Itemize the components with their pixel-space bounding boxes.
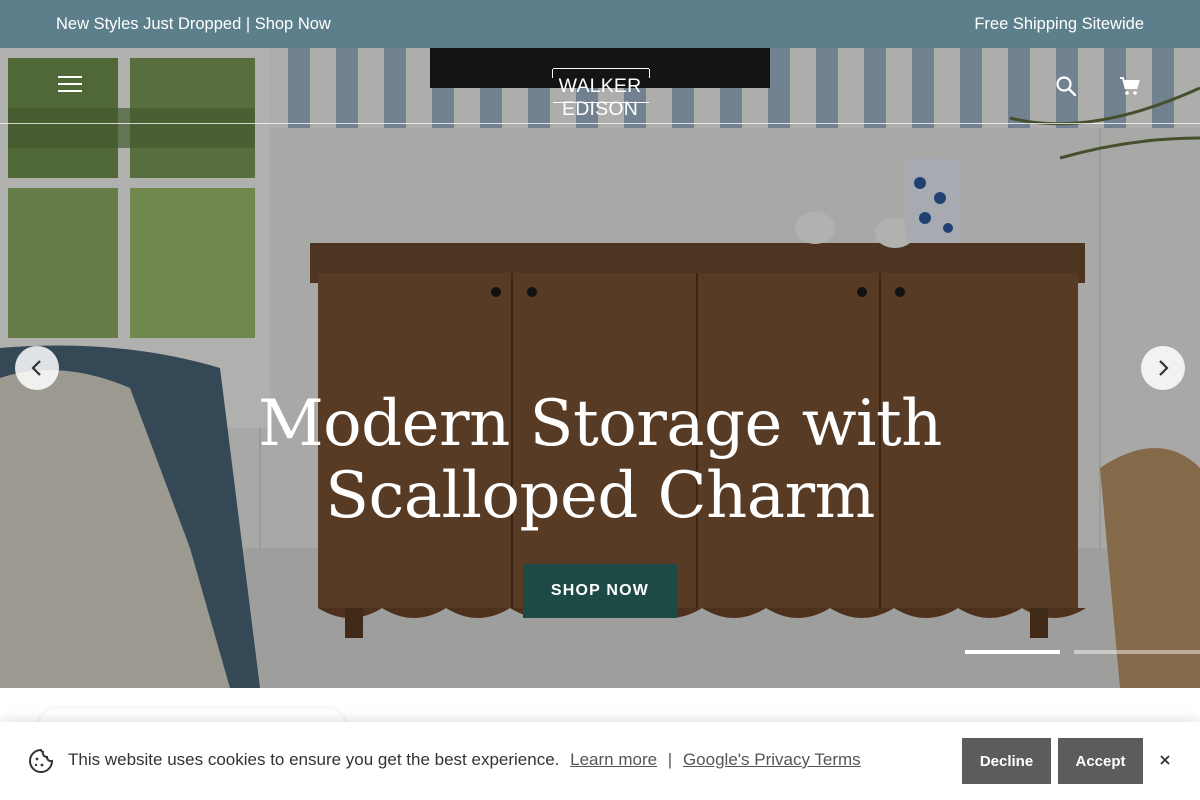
- privacy-terms-link[interactable]: Google's Privacy Terms: [683, 750, 861, 769]
- decline-button[interactable]: Decline: [962, 738, 1051, 784]
- site-header: WALKER EDISON: [0, 48, 1200, 124]
- learn-more-link[interactable]: Learn more: [570, 750, 657, 769]
- shop-now-button[interactable]: SHOP NOW: [523, 564, 677, 618]
- hero-title-line-2: Scalloped Charm: [325, 459, 875, 533]
- accept-button[interactable]: Accept: [1058, 738, 1143, 784]
- slider-prev-button[interactable]: [15, 346, 59, 390]
- cookie-banner: This website uses cookies to ensure you …: [0, 722, 1200, 800]
- site-logo[interactable]: WALKER EDISON: [531, 68, 669, 120]
- hero-title: Modern Storage with Scalloped Charm: [200, 388, 1000, 532]
- chevron-right-icon: [1159, 360, 1169, 376]
- hamburger-menu-icon[interactable]: [58, 76, 82, 94]
- logo-text: WALKER EDISON: [558, 75, 642, 120]
- close-icon[interactable]: [1157, 752, 1173, 768]
- cart-icon[interactable]: [1118, 74, 1142, 98]
- cookie-icon: [29, 748, 54, 773]
- chevron-left-icon: [31, 360, 41, 376]
- cookie-message: This website uses cookies to ensure you …: [68, 750, 560, 769]
- hero-title-line-1: Modern Storage with: [258, 387, 942, 461]
- slide-indicator-1[interactable]: [965, 650, 1060, 654]
- announcement-left-link[interactable]: New Styles Just Dropped | Shop Now: [56, 15, 331, 34]
- search-icon[interactable]: [1054, 74, 1078, 98]
- cookie-separator: |: [667, 750, 673, 769]
- cookie-message-row: This website uses cookies to ensure you …: [68, 750, 861, 770]
- slider-next-button[interactable]: [1141, 346, 1185, 390]
- slide-indicator-2[interactable]: [1074, 650, 1200, 654]
- announcement-bar: New Styles Just Dropped | Shop Now Free …: [0, 0, 1200, 48]
- announcement-right-text: Free Shipping Sitewide: [974, 14, 1144, 33]
